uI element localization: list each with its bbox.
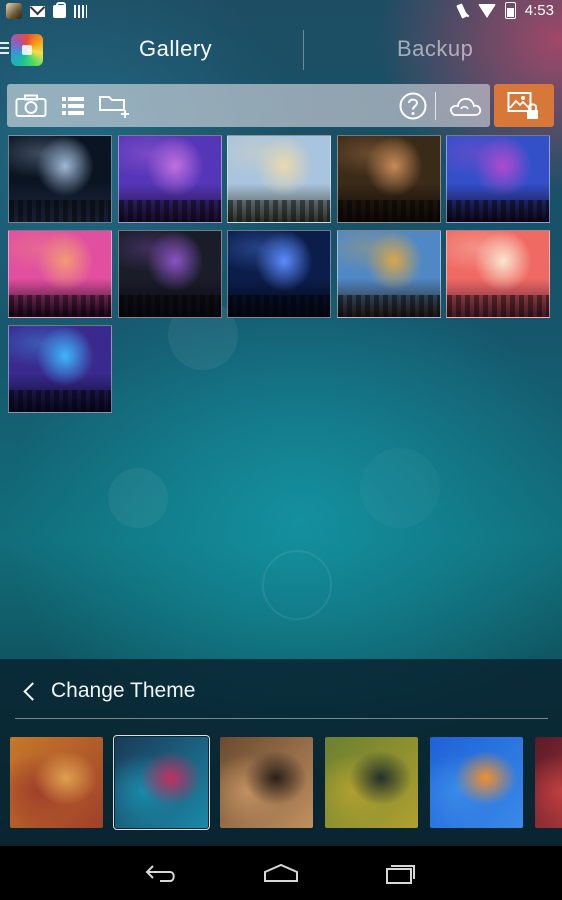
nav-home-button[interactable] (236, 846, 326, 900)
tab-gallery[interactable]: Gallery (139, 36, 212, 62)
private-gallery-button[interactable] (494, 84, 554, 127)
system-icons: 4:53 (455, 2, 554, 19)
wifi-icon (477, 3, 496, 18)
status-bar: 4:53 (0, 0, 562, 25)
back-icon (145, 865, 175, 882)
photo-thumbnail[interactable] (227, 135, 331, 223)
nav-back-button[interactable] (116, 846, 206, 900)
camera-button[interactable] (13, 84, 49, 127)
photo-crowd-silhouette (118, 295, 221, 317)
theme-panel-title: Change Theme (51, 679, 196, 702)
help-button[interactable] (397, 84, 429, 127)
battery-icon (504, 2, 516, 19)
photo-thumbnail[interactable] (117, 135, 222, 223)
photo-crowd-silhouette (9, 295, 111, 317)
theme-divider (15, 718, 548, 719)
photo-thumbnail[interactable] (117, 230, 222, 318)
new-folder-icon (99, 95, 129, 118)
theme-swatch[interactable] (325, 737, 418, 828)
photo-thumbnail[interactable] (8, 135, 112, 223)
home-icon (264, 863, 298, 882)
photo-crowd-silhouette (447, 200, 549, 222)
tab-divider (303, 30, 304, 70)
drawer-menu-icon[interactable] (0, 42, 9, 54)
gallery-toolbar (7, 84, 490, 127)
photo-thumbnail[interactable] (8, 325, 112, 413)
photo-thumbnail[interactable] (227, 230, 331, 318)
app-header: Gallery Backup (0, 26, 562, 78)
photo-crowd-silhouette (228, 295, 330, 317)
camera-icon (15, 94, 47, 117)
nav-recents-button[interactable] (356, 846, 446, 900)
theme-swatch[interactable] (535, 737, 562, 828)
theme-swatch[interactable] (430, 737, 523, 828)
photo-thumbnail[interactable] (336, 230, 441, 318)
chevron-left-icon (23, 681, 42, 701)
recents-icon (386, 865, 415, 884)
change-theme-header[interactable]: Change Theme (22, 677, 195, 705)
status-time: 4:53 (524, 2, 554, 19)
photo-crowd-silhouette (118, 200, 221, 222)
list-view-icon (62, 96, 84, 115)
photo-crowd-silhouette (228, 200, 330, 222)
list-view-button[interactable] (59, 84, 87, 127)
app-screen: 4:53 Gallery Backup Change Theme (0, 0, 562, 900)
new-folder-button[interactable] (97, 84, 133, 127)
notification-icons (6, 1, 87, 19)
photo-crowd-silhouette (9, 200, 111, 222)
background-bokeh (360, 448, 440, 528)
mail-icon (30, 5, 45, 17)
tab-backup[interactable]: Backup (397, 36, 473, 62)
theme-swatch[interactable] (113, 735, 210, 830)
cloud-sync-button[interactable] (445, 84, 485, 127)
photo-crowd-silhouette (9, 390, 111, 412)
background-bokeh (108, 468, 168, 528)
help-icon (399, 92, 427, 119)
photo-crowd-silhouette (337, 295, 440, 317)
theme-swatch[interactable] (10, 737, 103, 828)
private-gallery-lock-icon (507, 91, 538, 119)
system-nav-bar (0, 846, 562, 900)
photo-thumbnail[interactable] (8, 230, 112, 318)
photo-thumbnail[interactable] (446, 230, 550, 318)
photo-crowd-silhouette (337, 200, 440, 222)
shopping-bag-icon (53, 1, 66, 18)
vibrate-off-icon (455, 4, 469, 18)
app-logo-icon[interactable] (11, 34, 43, 66)
photo-crowd-silhouette (447, 295, 549, 317)
theme-swatch[interactable] (220, 737, 313, 828)
background-bokeh (262, 550, 332, 620)
photo-thumbnail[interactable] (446, 135, 550, 223)
toolbar-separator (435, 92, 436, 120)
cloud-sync-icon (449, 97, 482, 116)
change-theme-panel: Change Theme (0, 659, 562, 846)
photo-thumbnail[interactable] (336, 135, 441, 223)
barcode-icon (74, 4, 87, 18)
app-thumbnail-icon (6, 3, 22, 19)
